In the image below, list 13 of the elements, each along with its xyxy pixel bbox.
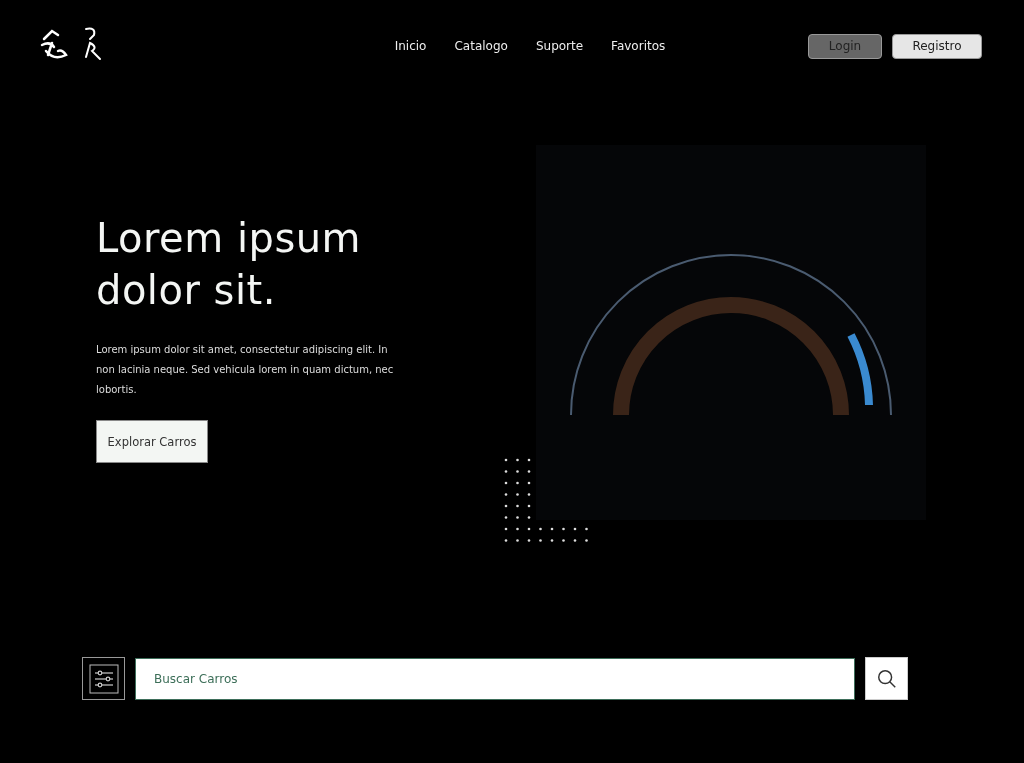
explore-button[interactable]: Explorar Carros [96,420,208,463]
hero-title: Lorem ipsum dolor sit. [96,214,363,315]
nav-link[interactable]: Inicio [394,39,427,53]
nav-link[interactable]: Suporte [535,39,584,53]
filter-button[interactable] [82,657,125,700]
search-field[interactable]: Buscar Carros [135,657,855,700]
nav-link[interactable]: Favoritos [611,39,666,53]
nav-link[interactable]: Catalogo [454,39,508,53]
auth-button[interactable]: Registro [892,33,982,59]
sliders-icon [88,663,119,694]
search-button[interactable] [865,657,908,700]
search-icon [875,667,898,690]
hero-text: Lorem ipsum dolor sit amet, consectetur adipiscing elit. In non lacinia neque. Sed vehicula lorem in quam dictum, nec lobortis. [96,343,395,397]
